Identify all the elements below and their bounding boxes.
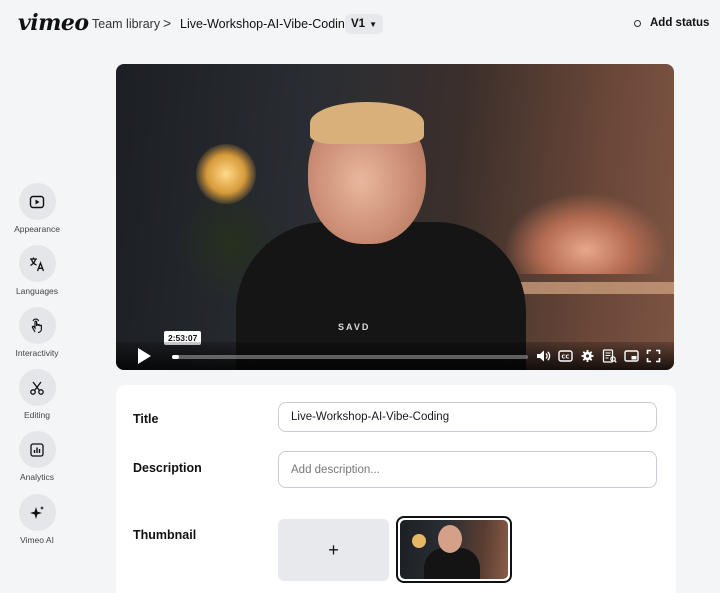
- add-status-button[interactable]: Add status: [634, 17, 709, 29]
- video-frame-antler: [506, 194, 666, 274]
- scissors-icon: [18, 369, 56, 406]
- sidebar-item-label: Interactivity: [15, 348, 59, 358]
- tap-hand-icon: [18, 307, 56, 344]
- player-controls: CC: [116, 342, 674, 370]
- sidebar-item-appearance[interactable]: Appearance: [0, 183, 74, 234]
- sparkle-icon: [18, 494, 56, 531]
- thumbnail-image: [400, 520, 508, 579]
- sidebar-item-label: Analytics: [19, 472, 54, 482]
- add-thumbnail-button[interactable]: +: [278, 519, 389, 581]
- bar-chart-icon: [18, 431, 56, 468]
- thumbnail-label: Thumbnail: [133, 528, 197, 542]
- title-input[interactable]: Live-Workshop-AI-Vibe-Coding: [278, 402, 657, 432]
- progress-fill: [172, 355, 180, 359]
- video-player[interactable]: SAVD 2:53:07 CC: [116, 64, 674, 370]
- sidebar-item-label: Vimeo AI: [20, 535, 54, 545]
- volume-icon[interactable]: [536, 349, 551, 363]
- thumbnail-head: [438, 525, 462, 553]
- presenter-hair: [310, 102, 424, 144]
- svg-text:CC: CC: [561, 355, 569, 361]
- plus-icon: +: [328, 539, 339, 560]
- sidebar-item-label: Editing: [24, 410, 50, 420]
- video-frame-presenter: [236, 102, 526, 370]
- sidebar-item-analytics[interactable]: Analytics: [0, 431, 74, 482]
- closed-captions-icon[interactable]: CC: [558, 349, 573, 363]
- sidebar-item-label: Appearance: [14, 224, 60, 234]
- play-icon[interactable]: [136, 347, 152, 365]
- sidebar-item-label: Languages: [15, 286, 59, 296]
- selected-thumbnail[interactable]: [396, 516, 512, 583]
- sidebar-item-vimeo-ai[interactable]: Vimeo AI: [0, 494, 74, 545]
- video-details-panel: Title Live-Workshop-AI-Vibe-Coding Descr…: [116, 385, 676, 593]
- translate-icon: [18, 245, 56, 282]
- play-square-icon: [18, 183, 56, 220]
- thumbnail-lamp: [412, 534, 426, 548]
- transcript-icon[interactable]: [602, 349, 617, 363]
- status-dot-icon: [634, 19, 641, 27]
- description-input[interactable]: Add description...: [278, 451, 657, 488]
- video-frame-shelf: [511, 282, 674, 294]
- fullscreen-icon[interactable]: [646, 349, 661, 363]
- version-dropdown[interactable]: V1 ▼: [345, 14, 383, 34]
- description-label: Description: [133, 461, 202, 475]
- chevron-down-icon: ▼: [369, 19, 377, 29]
- shirt-logo-text: SAVD: [338, 322, 371, 332]
- settings-gear-icon[interactable]: [580, 349, 595, 363]
- title-label: Title: [133, 412, 159, 426]
- add-status-label: Add status: [650, 17, 710, 29]
- top-bar: vimeo Team library > Live-Workshop-AI-Vi…: [0, 0, 720, 48]
- vimeo-logo[interactable]: vimeo: [18, 10, 89, 36]
- sidebar-item-interactivity[interactable]: Interactivity: [0, 307, 74, 358]
- breadcrumb-current-video: Live-Workshop-AI-Vibe-Coding: [180, 17, 352, 31]
- sidebar-item-editing[interactable]: Editing: [0, 369, 74, 420]
- breadcrumb-team-library[interactable]: Team library: [92, 17, 160, 31]
- version-label: V1: [351, 18, 366, 30]
- sidebar-item-languages[interactable]: Languages: [0, 245, 74, 296]
- picture-in-picture-icon[interactable]: [624, 349, 639, 363]
- progress-bar[interactable]: [172, 355, 528, 359]
- breadcrumb-separator-icon: >: [163, 15, 172, 31]
